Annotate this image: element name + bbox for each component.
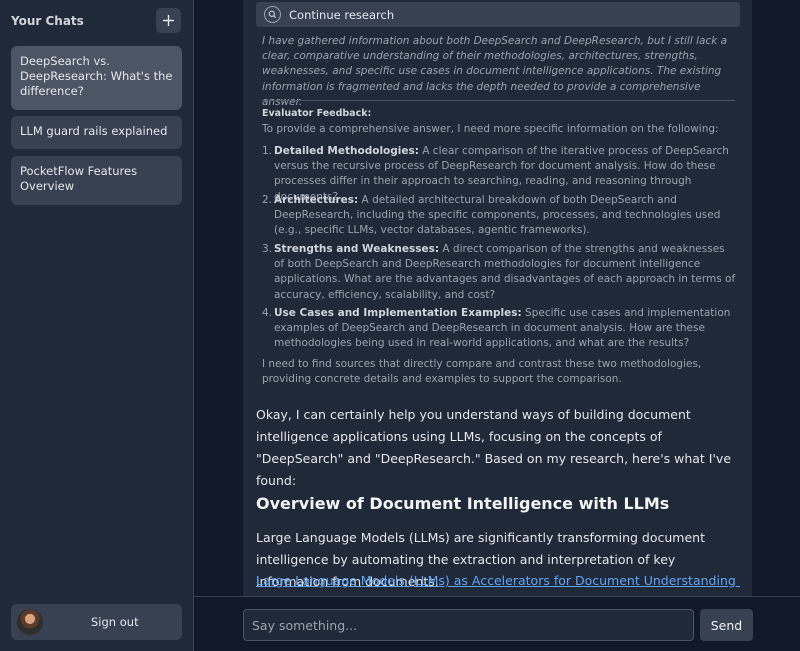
- send-button[interactable]: Send: [700, 609, 753, 641]
- list-item: 4. Use Cases and Implementation Examples…: [262, 306, 738, 352]
- tool-call-label: Continue research: [289, 8, 395, 22]
- search-icon: [264, 6, 281, 23]
- chat-main: Continue research I have gathered inform…: [194, 0, 800, 596]
- feedback-intro: To provide a comprehensive answer, I nee…: [262, 123, 719, 135]
- tool-call-bar[interactable]: Continue research: [256, 2, 740, 27]
- list-item-title: Architectures:: [274, 194, 359, 206]
- sidebar-title: Your Chats: [11, 14, 84, 28]
- avatar: [17, 609, 43, 635]
- chat-item-guard-rails[interactable]: LLM guard rails explained: [11, 116, 182, 149]
- new-chat-button[interactable]: [156, 8, 181, 33]
- feedback-closing: I need to find sources that directly com…: [262, 358, 702, 386]
- plus-icon: [163, 15, 174, 26]
- sign-out-label: Sign out: [91, 615, 139, 629]
- list-item: 3. Strengths and Weaknesses: A direct co…: [262, 242, 738, 303]
- assistant-message: Continue research I have gathered inform…: [243, 0, 752, 596]
- message-input[interactable]: [243, 609, 694, 641]
- list-number: 1.: [262, 145, 273, 157]
- chat-item-pocketflow[interactable]: PocketFlow Features Overview: [11, 156, 182, 205]
- sidebar: Your Chats DeepSearch vs. DeepResearch: …: [0, 0, 194, 651]
- list-number: 4.: [262, 307, 273, 319]
- list-item-title: Detailed Methodologies:: [274, 145, 419, 157]
- answer-intro: Okay, I can certainly help you understan…: [256, 407, 732, 488]
- list-number: 2.: [262, 194, 273, 206]
- divider: [262, 100, 735, 101]
- source-link[interactable]: Large Language Models (LLMs) as Accelera…: [256, 570, 740, 592]
- answer-heading: Overview of Document Intelligence with L…: [256, 494, 670, 513]
- list-number: 3.: [262, 243, 273, 255]
- list-item-title: Use Cases and Implementation Examples:: [274, 307, 522, 319]
- sidebar-header: Your Chats: [11, 8, 183, 35]
- chat-item-deepsearch[interactable]: DeepSearch vs. DeepResearch: What's the …: [11, 46, 182, 110]
- reasoning-text: I have gathered information about both D…: [262, 35, 728, 108]
- feedback-title: Evaluator Feedback:: [262, 108, 372, 119]
- sign-out-button[interactable]: Sign out: [11, 604, 182, 640]
- list-item-title: Strengths and Weaknesses:: [274, 243, 440, 255]
- composer: Send: [194, 596, 800, 651]
- list-item: 2. Architectures: A detailed architectur…: [262, 193, 738, 239]
